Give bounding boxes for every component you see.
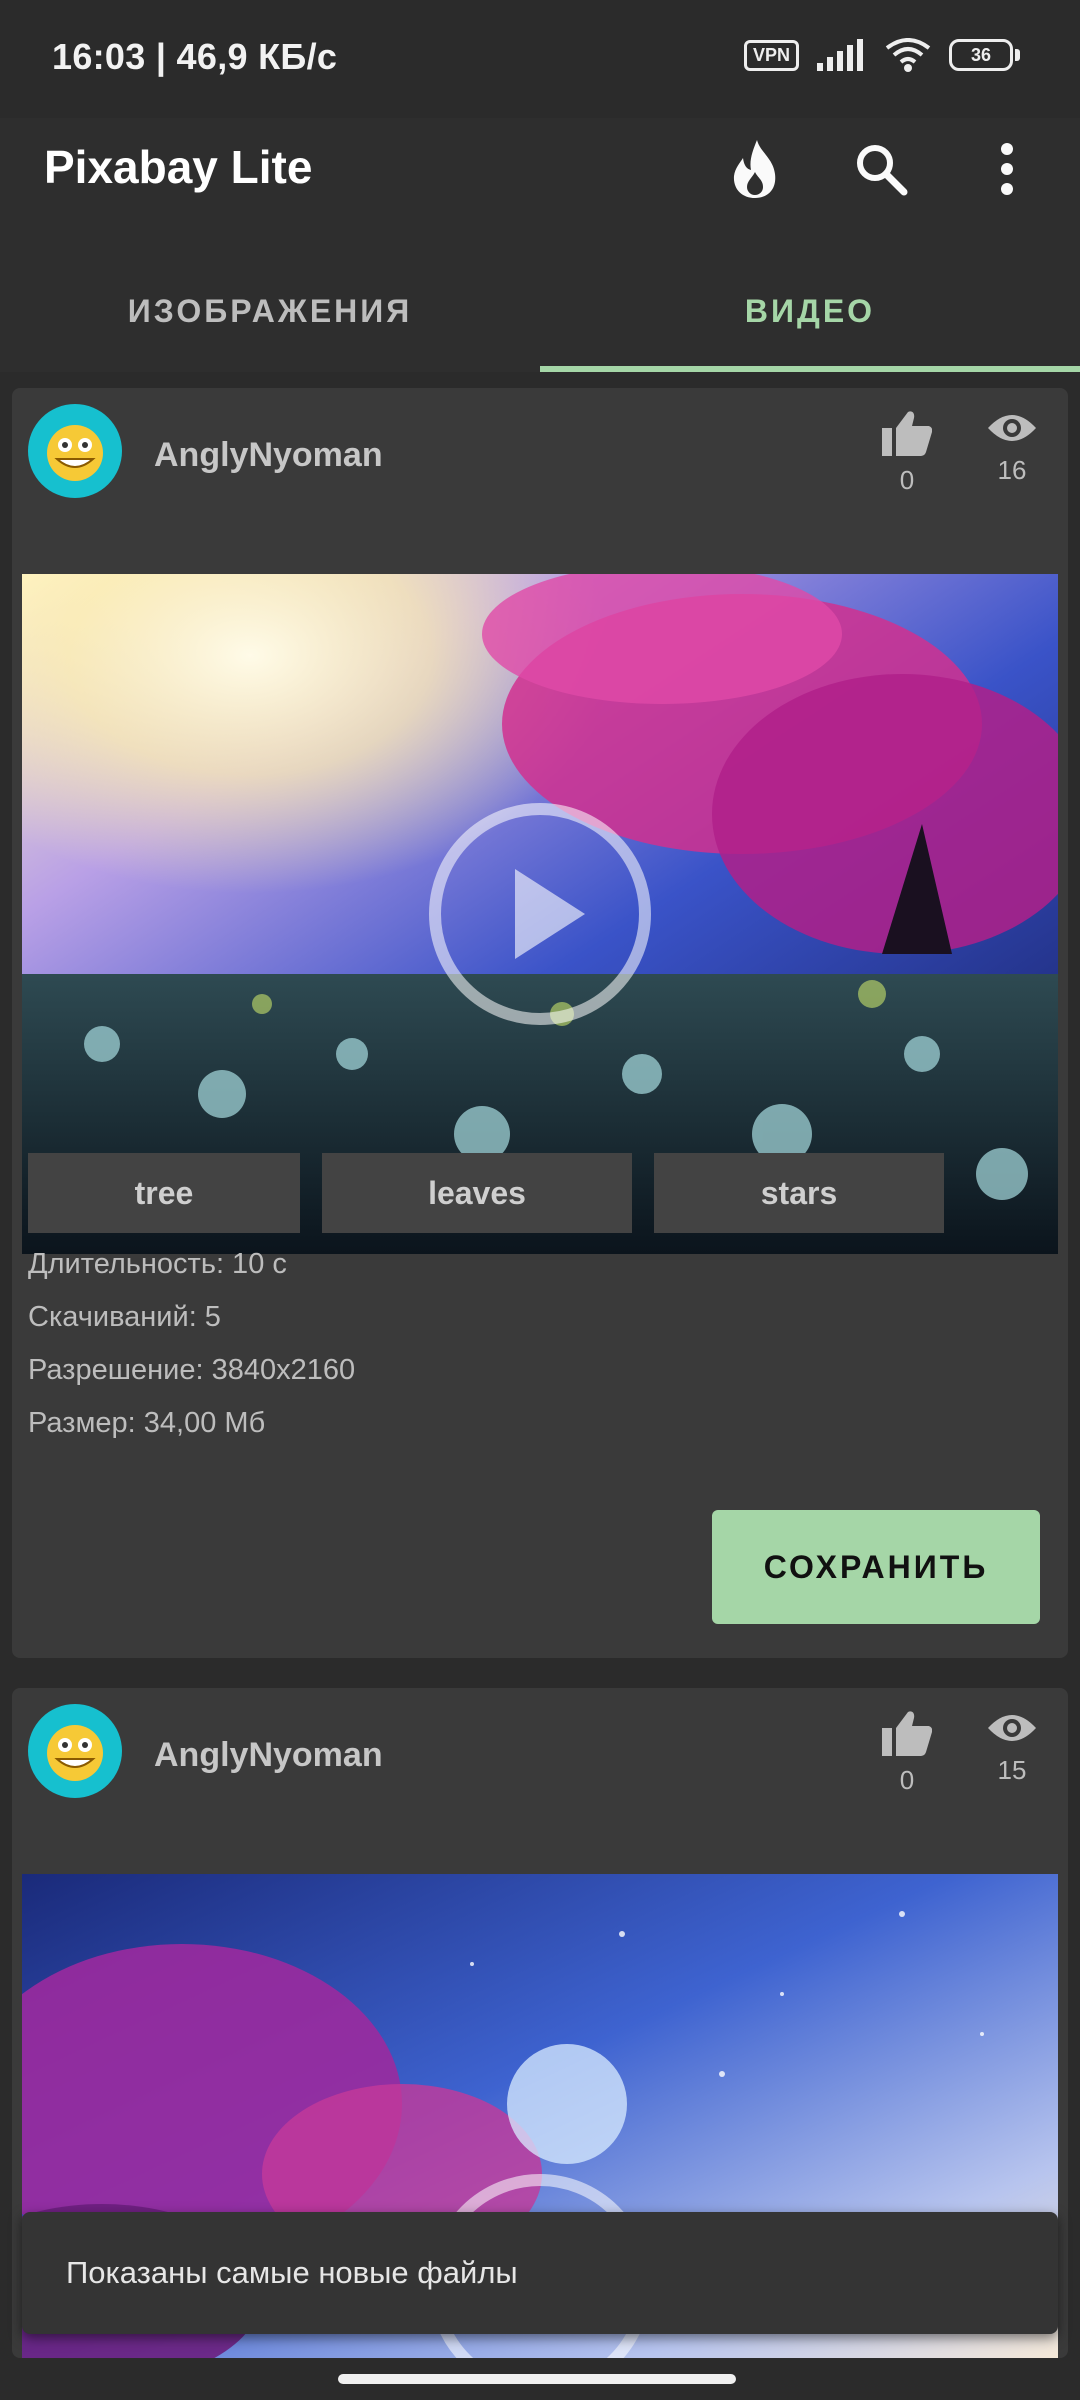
downloads-text: Скачиваний: 5	[28, 1301, 221, 1333]
save-button[interactable]: СОХРАНИТЬ	[712, 1510, 1040, 1624]
more-options-button[interactable]	[964, 126, 1050, 212]
app-title: Pixabay Lite	[44, 141, 313, 193]
tab-images[interactable]: ИЗОБРАЖЕНИЯ	[0, 250, 540, 372]
card-header: AnglyNyoman 0 15	[12, 1688, 1068, 1868]
avatar[interactable]	[28, 1704, 122, 1798]
likes-count: 0	[899, 465, 915, 495]
smiley-avatar-icon	[47, 1725, 103, 1781]
snackbar-message: Показаны самые новые файлы	[66, 2255, 518, 2290]
search-icon	[857, 145, 908, 196]
app-actions	[712, 126, 1050, 212]
video-card: AnglyNyoman 0 16 tree leaves stars Длите…	[12, 388, 1068, 1658]
views-stat: 16	[967, 410, 1057, 486]
popular-button[interactable]	[712, 126, 798, 212]
tag-chip[interactable]: tree	[28, 1153, 300, 1233]
tag-chip[interactable]: leaves	[322, 1153, 632, 1233]
views-count: 16	[997, 455, 1027, 485]
status-icons: VPN 36	[743, 38, 1020, 72]
tab-bar: ИЗОБРАЖЕНИЯ ВИДЕО	[0, 250, 1080, 372]
avatar[interactable]	[28, 404, 122, 498]
battery-icon: 36	[949, 39, 1020, 71]
views-count: 15	[997, 1755, 1027, 1785]
battery-level: 36	[949, 39, 1013, 71]
thumb-up-icon	[882, 1711, 933, 1756]
likes-stat: 0	[862, 1710, 952, 1796]
size-text: Размер: 34,00 Мб	[28, 1407, 266, 1439]
snackbar: Показаны самые новые файлы	[22, 2212, 1058, 2334]
video-thumbnail[interactable]	[22, 574, 1058, 1254]
thumb-up-icon	[882, 411, 933, 456]
vpn-icon: VPN	[743, 39, 799, 71]
resolution-text: Разрешение: 3840x2160	[28, 1354, 356, 1386]
smiley-avatar-icon	[47, 425, 103, 481]
likes-count: 0	[899, 1765, 915, 1795]
more-vert-icon	[1001, 143, 1013, 195]
tab-video[interactable]: ВИДЕО	[540, 250, 1080, 372]
likes-stat: 0	[862, 410, 952, 496]
status-bar: 16:03 | 46,9 КБ/с VPN 36	[0, 0, 1080, 118]
status-time: 16:03 | 46,9 КБ/с	[52, 36, 338, 77]
tag-list: tree leaves stars	[28, 1153, 944, 1233]
views-stat: 15	[967, 1710, 1057, 1786]
search-button[interactable]	[838, 126, 924, 212]
author-name[interactable]: AnglyNyoman	[154, 436, 383, 475]
home-indicator[interactable]	[338, 2374, 736, 2384]
signal-icon	[817, 39, 863, 71]
card-header: AnglyNyoman 0 16	[12, 388, 1068, 568]
duration-text: Длительность: 10 с	[28, 1248, 287, 1280]
eye-icon	[988, 415, 1036, 441]
play-icon[interactable]	[425, 799, 655, 1029]
fire-icon	[733, 140, 776, 198]
eye-icon	[988, 1715, 1036, 1741]
author-name[interactable]: AnglyNyoman	[154, 1736, 383, 1775]
wifi-icon	[885, 38, 931, 72]
video-info: Длительность: 10 с Скачиваний: 5 Разреше…	[28, 1238, 355, 1450]
tag-chip[interactable]: stars	[654, 1153, 944, 1233]
